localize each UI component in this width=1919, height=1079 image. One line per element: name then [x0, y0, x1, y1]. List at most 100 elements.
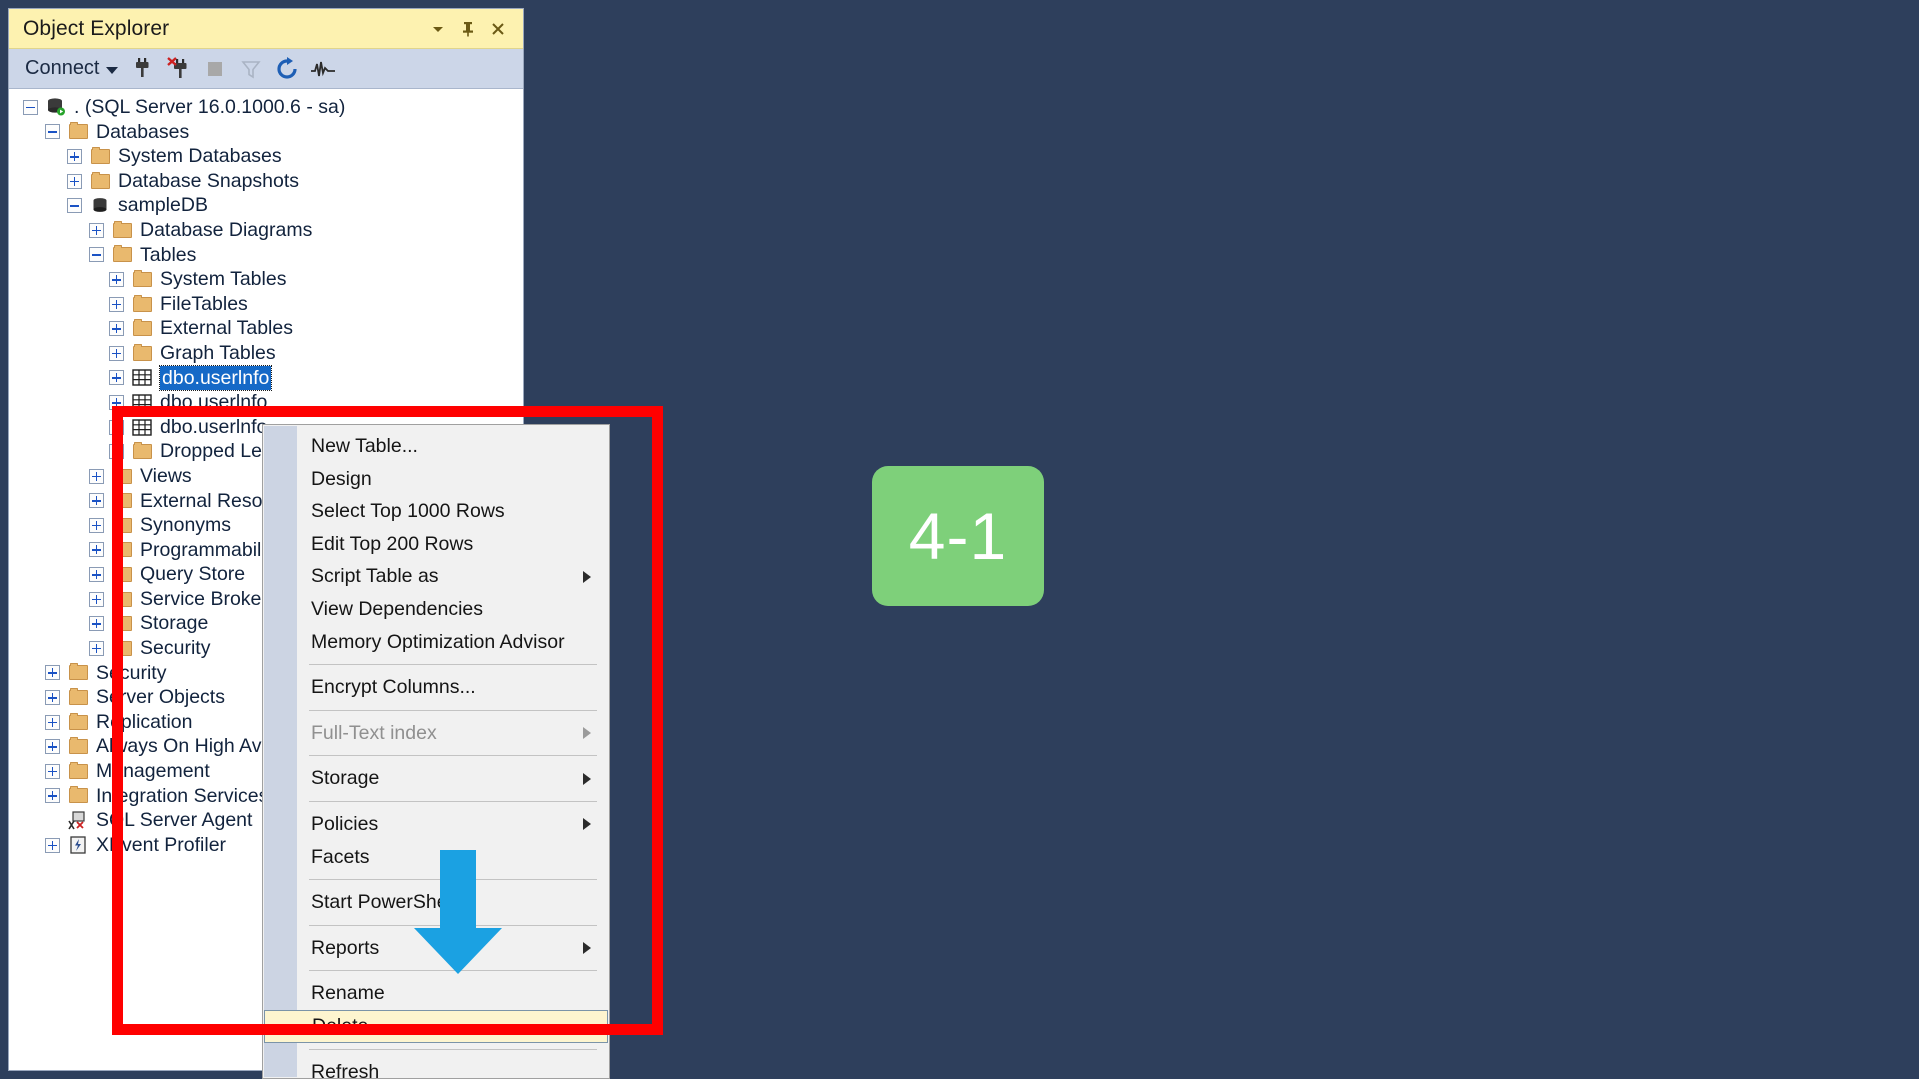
menu-item[interactable]: Memory Optimization Advisor — [263, 626, 609, 659]
expand-plus-icon[interactable] — [89, 517, 104, 533]
table-context-menu[interactable]: New Table... Design Select Top 1000 Rows Ed… — [262, 424, 610, 1079]
collapse-minus-icon[interactable] — [67, 198, 82, 214]
menu-item[interactable]: Select Top 1000 Rows — [263, 495, 609, 528]
submenu-arrow-icon — [583, 942, 591, 955]
expand-plus-icon[interactable] — [89, 591, 104, 607]
tree-node-label: Synonyms — [140, 514, 232, 537]
menu-item[interactable]: Policies — [263, 808, 609, 841]
expand-plus-icon[interactable] — [109, 444, 124, 460]
folder-icon — [67, 786, 89, 806]
menu-item[interactable]: Reports — [263, 932, 609, 965]
expand-plus-icon[interactable] — [45, 665, 60, 681]
close-icon[interactable] — [483, 14, 513, 44]
tree-node-label: Service Broker — [140, 587, 268, 610]
menu-item[interactable]: Facets — [263, 841, 609, 874]
expand-plus-icon[interactable] — [45, 714, 60, 730]
folder-glyph — [132, 442, 152, 460]
expand-plus-icon[interactable] — [109, 271, 124, 287]
expand-plus-icon[interactable] — [45, 690, 60, 706]
tree-node[interactable]: Tables — [9, 243, 523, 268]
tree-node[interactable]: sampleDB — [9, 193, 523, 218]
expand-plus-icon[interactable] — [89, 616, 104, 632]
folder-icon — [67, 688, 89, 708]
collapse-minus-icon[interactable] — [45, 124, 60, 140]
tree-node-label: Query Store — [140, 563, 246, 586]
expand-plus-icon[interactable] — [89, 567, 104, 583]
table-icon — [131, 417, 153, 437]
expand-plus-icon[interactable] — [89, 493, 104, 509]
folder-icon — [111, 220, 133, 240]
tree-node-label: Tables — [140, 243, 197, 266]
expand-plus-icon[interactable] — [109, 345, 124, 361]
context-menu-items: New Table... Design Select Top 1000 Rows Ed… — [263, 425, 609, 1079]
object-explorer-titlebar: Object Explorer — [9, 9, 523, 49]
activity-monitor-icon[interactable] — [306, 53, 340, 85]
menu-item[interactable]: Delete — [264, 1009, 608, 1043]
menu-item[interactable]: Rename — [263, 977, 609, 1010]
tree-node-label: dbo.userlnfo — [158, 364, 273, 392]
tree-node[interactable]: Database Diagrams — [9, 218, 523, 243]
menu-separator — [309, 755, 597, 757]
folder-glyph — [68, 122, 88, 140]
expand-plus-icon[interactable] — [109, 394, 124, 410]
pin-icon[interactable] — [453, 14, 483, 44]
tree-node[interactable]: External Tables — [9, 316, 523, 341]
disconnect-plug-icon[interactable] — [162, 53, 196, 85]
menu-item[interactable]: New Table... — [263, 430, 609, 463]
menu-item-label: Delete — [312, 1014, 369, 1037]
menu-item-label: New Table... — [311, 435, 418, 457]
folder-icon — [89, 146, 111, 166]
tree-node[interactable]: Databases — [9, 120, 523, 145]
expand-plus-icon[interactable] — [109, 419, 124, 435]
tree-node[interactable]: Graph Tables — [9, 341, 523, 366]
refresh-icon[interactable] — [270, 53, 304, 85]
menu-item[interactable]: Encrypt Columns... — [263, 671, 609, 704]
menu-item[interactable]: Start PowerShell — [263, 886, 609, 919]
window-dropdown-icon[interactable] — [423, 14, 453, 44]
connect-button[interactable]: Connect — [23, 55, 124, 82]
tree-node[interactable]: System Tables — [9, 267, 523, 292]
tree-node[interactable]: Database Snapshots — [9, 169, 523, 194]
expand-plus-icon[interactable] — [89, 640, 104, 656]
menu-item[interactable]: Script Table as — [263, 560, 609, 593]
folder-icon — [111, 466, 133, 486]
table-icon — [131, 392, 153, 412]
expand-plus-icon[interactable] — [45, 837, 60, 853]
page-title: Object Explorer — [23, 16, 170, 40]
step-badge-label: 4-1 — [908, 499, 1008, 573]
menu-item-label: Script Table as — [311, 565, 439, 588]
connect-button-label: Connect — [25, 57, 100, 79]
folder-glyph — [112, 245, 132, 263]
folder-glyph — [112, 614, 132, 632]
menu-item[interactable]: Edit Top 200 Rows — [263, 528, 609, 561]
tree-node[interactable]: dbo.userlnfo — [9, 390, 523, 415]
expand-plus-icon[interactable] — [89, 468, 104, 484]
menu-item[interactable]: Storage — [263, 762, 609, 795]
database-icon — [89, 196, 111, 216]
expand-plus-icon[interactable] — [45, 763, 60, 779]
menu-item[interactable]: Refresh — [263, 1056, 609, 1079]
expand-plus-icon[interactable] — [67, 148, 82, 164]
expand-plus-icon[interactable] — [89, 542, 104, 558]
connect-plug-icon[interactable] — [126, 53, 160, 85]
tree-node-label: Security — [140, 637, 211, 660]
expand-plus-icon[interactable] — [109, 321, 124, 337]
menu-item[interactable]: Design — [263, 463, 609, 496]
folder-glyph — [112, 565, 132, 583]
folder-icon — [111, 540, 133, 560]
menu-item-label: Start PowerShell — [311, 891, 457, 914]
collapse-minus-icon[interactable] — [23, 99, 38, 115]
tree-node[interactable]: System Databases — [9, 144, 523, 169]
expand-plus-icon[interactable] — [45, 788, 60, 804]
expand-plus-icon[interactable] — [89, 222, 104, 238]
tree-node[interactable]: FileTables — [9, 292, 523, 317]
expand-plus-icon[interactable] — [109, 370, 124, 386]
expand-plus-icon[interactable] — [45, 739, 60, 755]
tree-node[interactable]: dbo.userlnfo — [9, 364, 523, 392]
menu-separator — [309, 709, 597, 711]
expand-plus-icon[interactable] — [67, 173, 82, 189]
collapse-minus-icon[interactable] — [89, 247, 104, 263]
menu-item[interactable]: View Dependencies — [263, 593, 609, 626]
tree-node[interactable]: . (SQL Server 16.0.1000.6 - sa) — [9, 95, 523, 120]
expand-plus-icon[interactable] — [109, 296, 124, 312]
